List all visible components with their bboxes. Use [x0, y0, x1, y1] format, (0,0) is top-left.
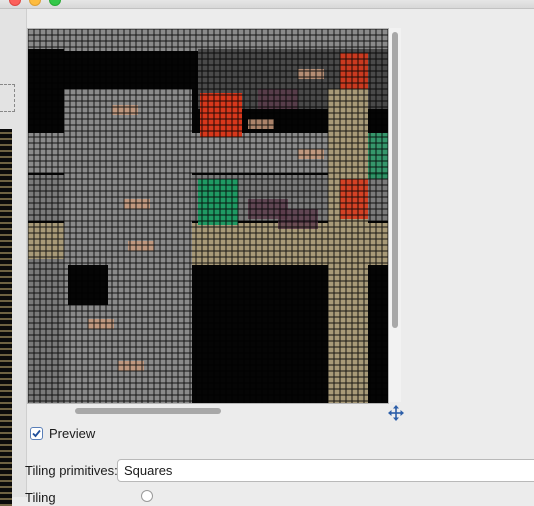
preview-checkbox[interactable]: Preview [30, 426, 95, 441]
horizontal-scrollbar[interactable] [27, 404, 389, 416]
tiling-primitives-select[interactable]: Squares [117, 459, 534, 482]
checkbox-icon[interactable] [30, 427, 43, 440]
tiling-primitives-value: Squares [124, 463, 173, 478]
selection-marquee [0, 84, 15, 112]
vertical-scroll-thumb[interactable] [392, 32, 398, 328]
minimize-button[interactable] [29, 0, 41, 6]
tiling-primitives-label: Tiling primitives: [25, 463, 118, 478]
horizontal-scroll-thumb[interactable] [75, 408, 221, 414]
background-image-area [0, 9, 27, 506]
canvas-edge [0, 129, 12, 506]
vertical-scrollbar[interactable] [389, 28, 401, 402]
preview-label: Preview [49, 426, 96, 441]
filter-preview[interactable] [27, 28, 389, 404]
move-icon[interactable] [388, 405, 404, 421]
mosaic-preview-image [28, 29, 388, 403]
close-button[interactable] [9, 0, 21, 6]
tiling-radio[interactable] [141, 490, 153, 502]
window-titlebar [0, 0, 534, 9]
zoom-button[interactable] [49, 0, 61, 6]
tiling-next-label: Tiling [25, 490, 56, 505]
